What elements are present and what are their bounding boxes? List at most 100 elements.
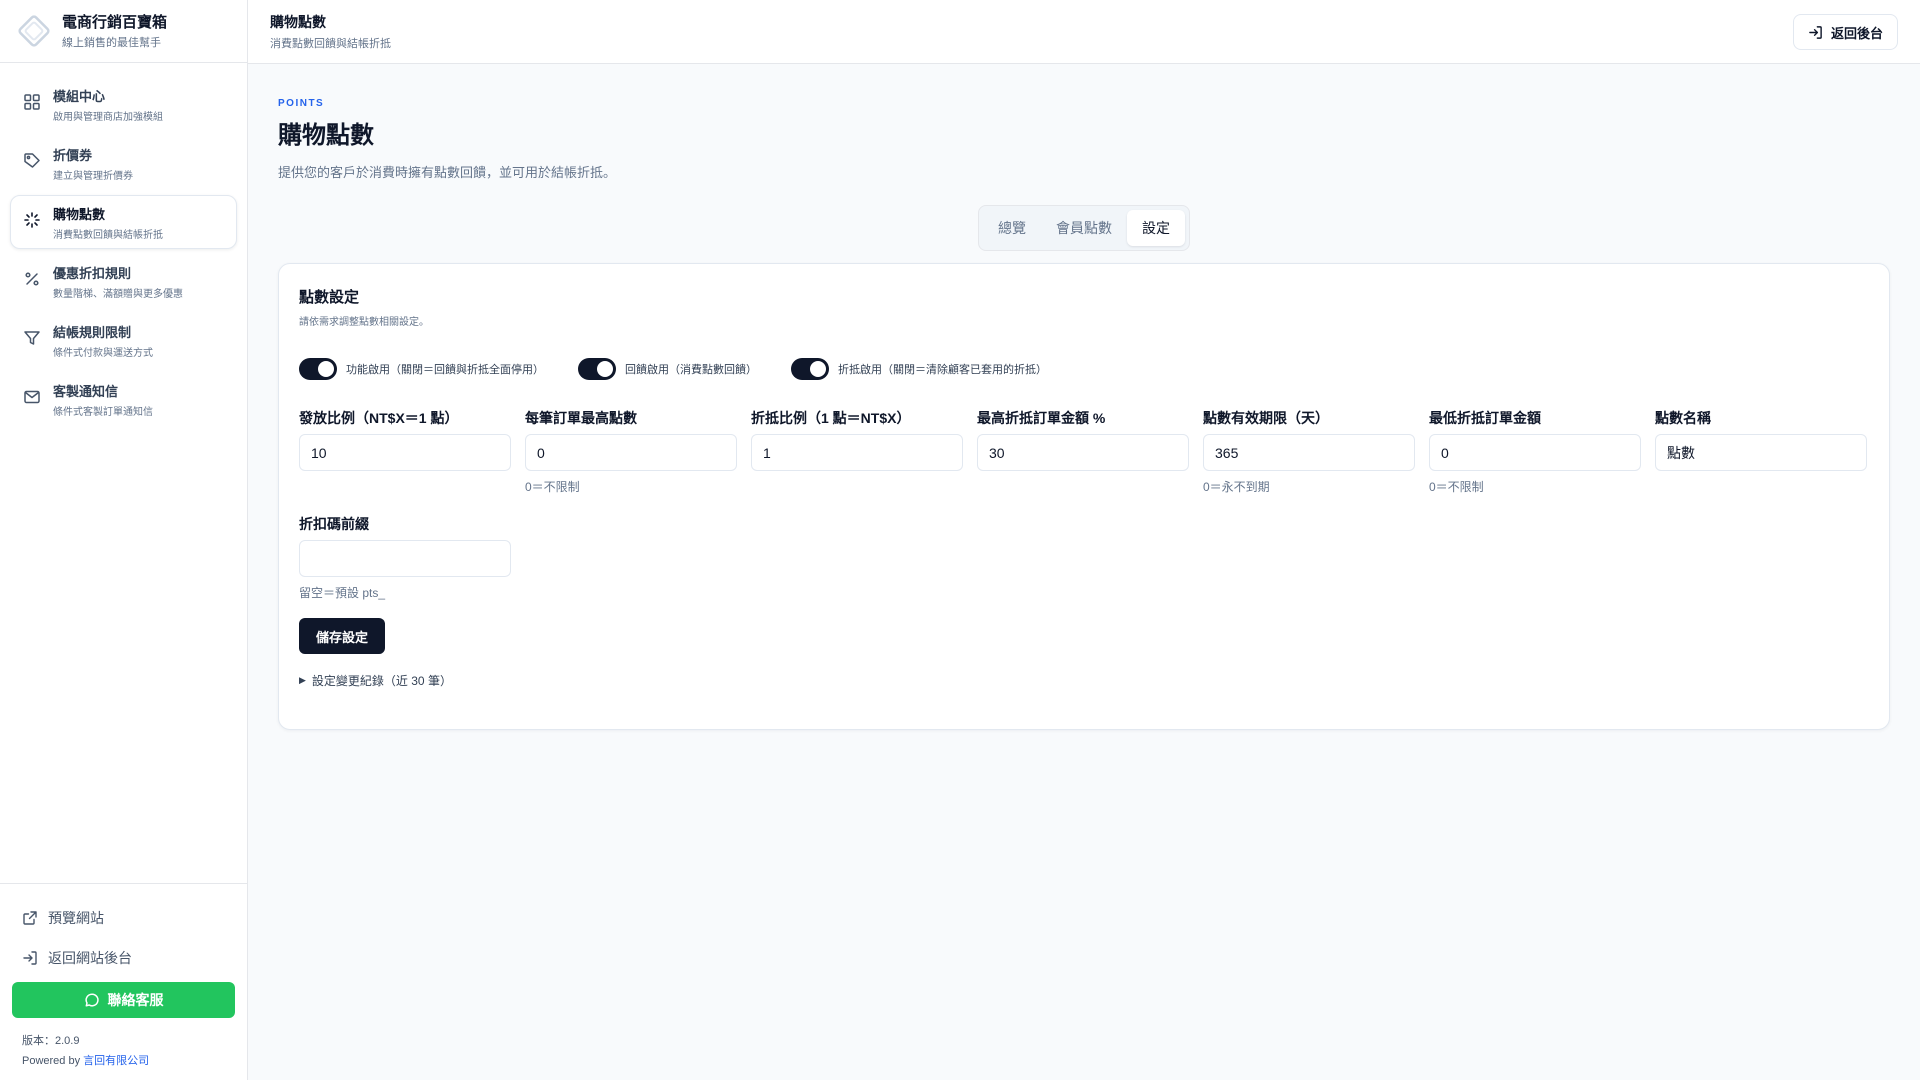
sidebar-item-discount-rules[interactable]: 優惠折扣規則 數量階梯、滿額贈與更多優惠 [10,254,237,308]
disclosure-triangle-icon: ▶ [299,675,306,685]
tabs: 總覽 會員點數 設定 [978,205,1190,251]
sidebar-item-coupons[interactable]: 折價券 建立與管理折價券 [10,136,237,190]
toggle-label: 功能啟用（關閉＝回饋與折抵全面停用） [346,364,544,376]
tab-settings[interactable]: 設定 [1127,210,1185,246]
tab-member-points[interactable]: 會員點數 [1041,210,1127,246]
field-hint [751,478,963,492]
field-hint [299,478,511,492]
powered-by: Powered by 言回有限公司 [12,1052,235,1068]
tag-icon [24,153,40,168]
toggle-switch[interactable] [578,358,616,380]
header-title: 購物點數 [270,14,326,30]
field-label: 最低折抵訂單金額 [1429,410,1541,426]
sign-in-icon [23,951,37,965]
settings-subtitle: 請依需求調整點數相關設定。 [299,317,429,328]
field-hint: 0＝不限制 [1429,480,1484,494]
settings-fields: 發放比例（NT$X＝1 點） 每筆訂單最高點數 0＝不限制 折抵比例（1 點＝N… [299,408,1869,494]
header-subtitle: 消費點數回饋與結帳折抵 [270,38,391,50]
save-settings-button[interactable]: 儲存設定 [299,618,386,654]
field-label: 點數有效期限（天） [1203,410,1329,426]
max-redeem-percent-input[interactable] [977,434,1189,471]
sidebar-item-label: 購物點數 [53,207,106,222]
brand-subtitle: 線上銷售的最佳幫手 [62,36,161,49]
brand-logo-icon [18,15,50,47]
coupon-prefix-input[interactable] [299,540,511,577]
preview-site-label: 預覽網站 [48,910,104,926]
field-min-redeem-amount: 最低折抵訂單金額 0＝不限制 [1429,408,1641,494]
sidebar-footer: 預覽網站 返回網站後台 聯絡客服 版本：2.0.9 Powered by 言回有… [0,883,247,1080]
redeem-enable-toggle[interactable]: 折抵啟用（關閉＝清除顧客已套用的折抵） [791,358,1047,380]
back-to-admin-link[interactable]: 返回網站後台 [12,938,235,978]
sidebar-item-checkout-rules[interactable]: 結帳規則限制 條件式付款與運送方式 [10,313,237,367]
toggle-switch[interactable] [299,358,337,380]
sidebar-item-notification-mail[interactable]: 客製通知信 條件式客製訂單通知信 [10,372,237,426]
field-hint: 0＝不限制 [525,480,580,494]
contact-support-button[interactable]: 聯絡客服 [12,982,235,1018]
field-max-points-per-order: 每筆訂單最高點數 0＝不限制 [525,408,737,494]
tabs-wrapper: 總覽 會員點數 設定 [278,205,1890,251]
brand-title: 電商行銷百寶箱 [62,13,168,31]
toggle-switch[interactable] [791,358,829,380]
back-button-label: 返回後台 [1830,25,1883,41]
sign-in-icon [1809,25,1822,39]
version-text: 版本：2.0.9 [22,1035,80,1047]
field-max-redeem-percent: 最高折抵訂單金額 % [977,408,1189,492]
sidebar-item-desc: 條件式付款與運送方式 [53,348,153,359]
sidebar-item-label: 優惠折扣規則 [53,266,132,281]
redeem-ratio-input[interactable] [751,434,963,471]
preview-site-link[interactable]: 預覽網站 [12,898,235,938]
contact-support-label: 聯絡客服 [107,992,164,1008]
chat-bubble-icon [84,993,99,1007]
sidebar-item-desc: 條件式客製訂單通知信 [53,407,153,418]
field-label: 最高折抵訂單金額 % [977,410,1106,426]
brand: 電商行銷百寶箱 線上銷售的最佳幫手 [0,0,247,63]
back-to-admin-button[interactable]: 返回後台 [1792,14,1898,50]
filter-icon [24,331,40,345]
tab-overview[interactable]: 總覽 [983,210,1041,246]
sidebar-item-desc: 啟用與管理商店加強模組 [53,112,163,123]
feature-enable-toggle[interactable]: 功能啟用（關閉＝回饋與折抵全面停用） [299,358,544,380]
sidebar-item-label: 客製通知信 [53,384,119,399]
field-hint [1655,478,1867,492]
toggle-group: 功能啟用（關閉＝回饋與折抵全面停用） 回饋啟用（消費點數回饋） 折抵啟用（關閉＝… [299,358,1869,380]
back-to-admin-label: 返回網站後台 [48,950,132,966]
field-points-expiry: 點數有效期限（天） 0＝永不到期 [1203,408,1415,494]
sidebar-item-desc: 消費點數回饋與結帳折抵 [53,230,163,241]
toggle-label: 回饋啟用（消費點數回饋） [625,364,757,376]
points-name-input[interactable] [1655,434,1867,471]
toggle-label: 折抵啟用（關閉＝清除顧客已套用的折抵） [838,364,1047,376]
settings-card: 點數設定 請依需求調整點數相關設定。 功能啟用（關閉＝回饋與折抵全面停用） 回饋… [278,263,1890,730]
field-points-name: 點數名稱 [1655,408,1867,492]
powered-by-prefix: Powered by [22,1055,81,1067]
external-link-icon [23,911,37,925]
page-eyebrow: POINTS [278,98,325,109]
sidebar-item-label: 結帳規則限制 [53,325,132,340]
sparkle-icon [24,212,40,228]
field-hint: 0＝永不到期 [1203,480,1270,494]
field-issue-ratio: 發放比例（NT$X＝1 點） [299,408,511,492]
page-description: 提供您的客戶於消費時擁有點數回饋，並可用於結帳折抵。 [278,165,617,180]
field-coupon-prefix: 折扣碼前綴 留空＝預設 pts_ [299,514,511,600]
company-link[interactable]: 言回有限公司 [83,1055,149,1067]
reward-enable-toggle[interactable]: 回饋啟用（消費點數回饋） [578,358,757,380]
min-redeem-amount-input[interactable] [1429,434,1641,471]
field-label: 折抵比例（1 點＝NT$X） [751,410,911,426]
settings-title: 點數設定 [299,289,360,306]
sidebar-item-modules[interactable]: 模組中心 啟用與管理商店加強模組 [10,77,237,131]
main-content: POINTS 購物點數 提供您的客戶於消費時擁有點數回饋，並可用於結帳折抵。 總… [248,64,1920,1080]
sidebar: 電商行銷百寶箱 線上銷售的最佳幫手 模組中心 啟用與管理商店加強模組 折價券 建… [0,0,248,1080]
sidebar-item-desc: 建立與管理折價券 [53,171,133,182]
sidebar-item-points[interactable]: 購物點數 消費點數回饋與結帳折抵 [10,195,237,249]
max-points-input[interactable] [525,434,737,471]
points-expiry-input[interactable] [1203,434,1415,471]
sidebar-nav: 模組中心 啟用與管理商店加強模組 折價券 建立與管理折價券 購物點數 消費點數回… [0,63,247,445]
issue-ratio-input[interactable] [299,434,511,471]
field-label: 點數名稱 [1655,410,1711,426]
top-header: 購物點數 消費點數回饋與結帳折抵 返回後台 [248,0,1920,64]
settings-changelog-toggle[interactable]: ▶ 設定變更紀錄（近 30 筆） [299,672,1869,689]
page-title: 購物點數 [278,122,374,149]
field-label: 每筆訂單最高點數 [525,410,637,426]
percent-icon [25,272,39,286]
grid-icon [24,94,40,110]
field-redeem-ratio: 折抵比例（1 點＝NT$X） [751,408,963,492]
